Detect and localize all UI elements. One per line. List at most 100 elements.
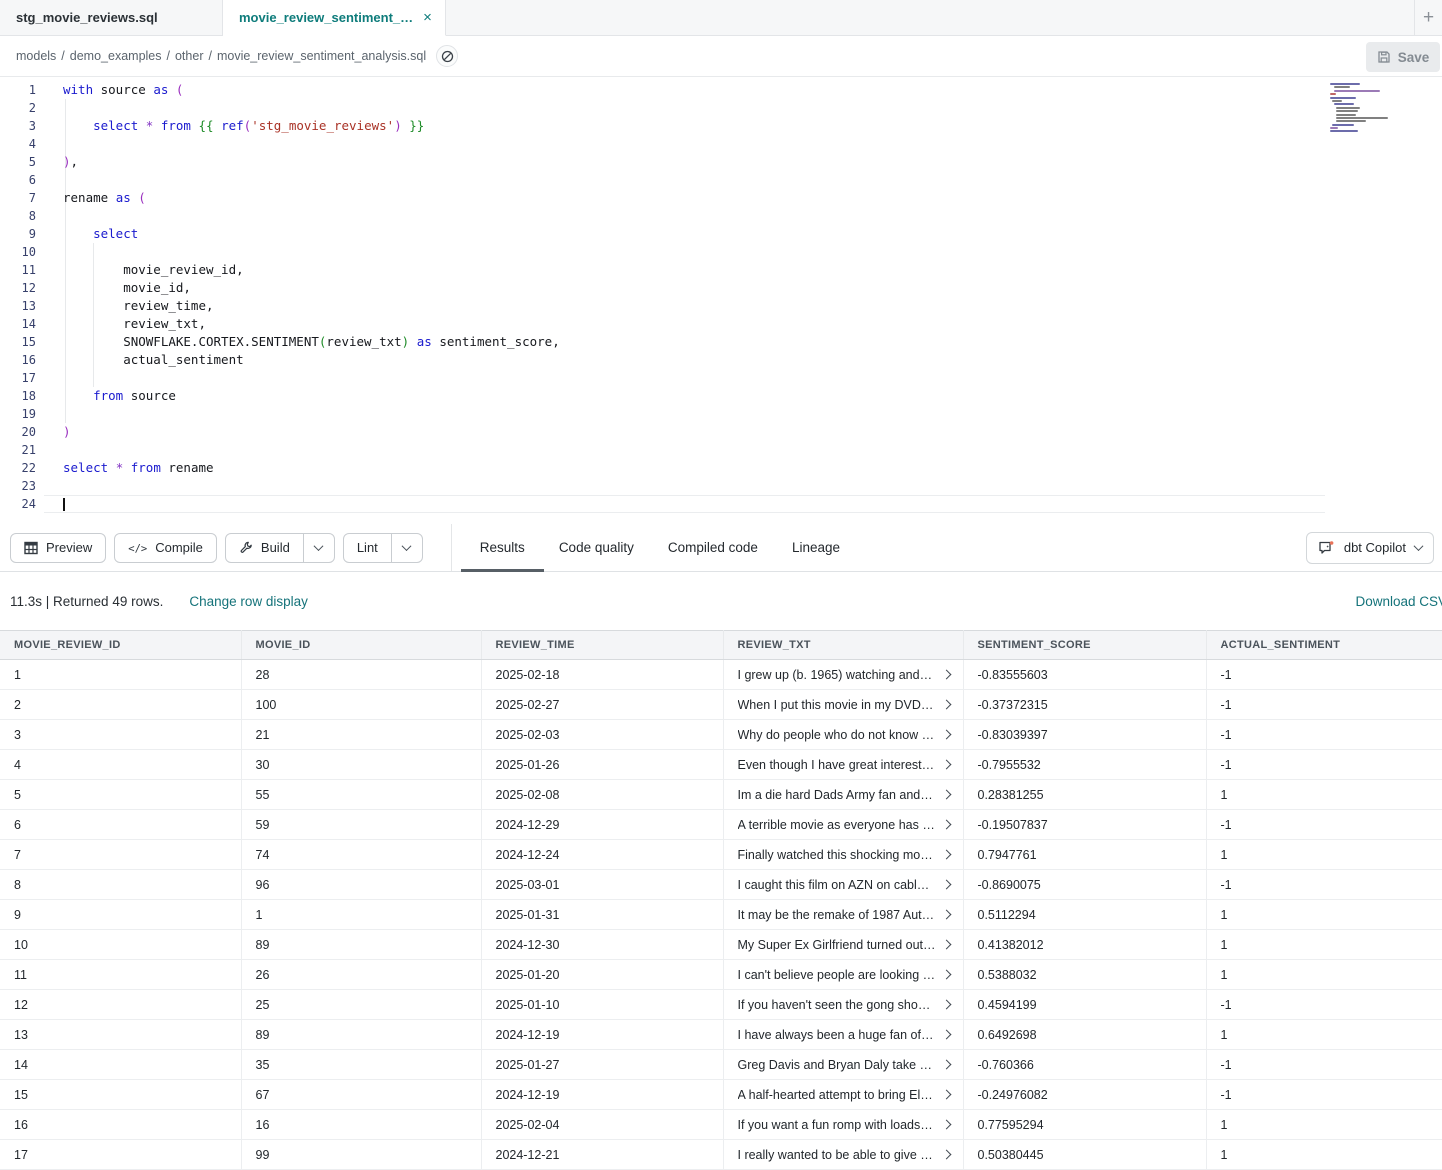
- column-header[interactable]: REVIEW_TIME: [481, 631, 723, 660]
- tab-label: Code quality: [559, 540, 634, 555]
- code-text: [44, 207, 1325, 225]
- code-line[interactable]: 4: [0, 135, 1325, 153]
- build-dropdown[interactable]: [304, 534, 334, 562]
- chevron-right-icon[interactable]: [941, 760, 951, 770]
- chevron-right-icon[interactable]: [941, 1090, 951, 1100]
- code-editor[interactable]: 1with source as (23 select * from {{ ref…: [0, 77, 1442, 524]
- code-line[interactable]: 16 actual_sentiment: [0, 351, 1325, 369]
- chevron-right-icon[interactable]: [941, 730, 951, 740]
- code-line[interactable]: 13 review_time,: [0, 297, 1325, 315]
- chevron-right-icon[interactable]: [941, 1030, 951, 1040]
- column-header[interactable]: MOVIE_REVIEW_ID: [0, 631, 241, 660]
- code-line[interactable]: 10: [0, 243, 1325, 261]
- table-cell: -1: [1206, 1080, 1442, 1110]
- code-line[interactable]: 15 SNOWFLAKE.CORTEX.SENTIMENT(review_txt…: [0, 333, 1325, 351]
- table-cell: 7: [0, 840, 241, 870]
- code-line[interactable]: 2: [0, 99, 1325, 117]
- tab-code-quality[interactable]: Code quality: [559, 524, 634, 572]
- code-line[interactable]: 1with source as (: [0, 81, 1325, 99]
- table-row: 8962025-03-01I caught this film on AZN o…: [0, 870, 1442, 900]
- code-line[interactable]: 5),: [0, 153, 1325, 171]
- line-number: 21: [0, 441, 44, 459]
- compile-label: Compile: [155, 540, 203, 555]
- change-row-display-link[interactable]: Change row display: [189, 594, 308, 609]
- breadcrumb-segment[interactable]: demo_examples: [70, 49, 162, 63]
- line-number: 18: [0, 387, 44, 405]
- close-icon[interactable]: ×: [423, 10, 432, 25]
- chevron-right-icon[interactable]: [941, 850, 951, 860]
- chevron-right-icon[interactable]: [941, 1120, 951, 1130]
- tab-results[interactable]: Results: [480, 524, 525, 572]
- column-header[interactable]: MOVIE_ID: [241, 631, 481, 660]
- code-line[interactable]: 11 movie_review_id,: [0, 261, 1325, 279]
- line-number: 13: [0, 297, 44, 315]
- review-txt-cell: My Super Ex Girlfriend turned out to b…: [723, 930, 963, 960]
- code-line[interactable]: 3 select * from {{ ref('stg_movie_review…: [0, 117, 1325, 135]
- code-line[interactable]: 24: [0, 495, 1325, 513]
- code-line[interactable]: 20): [0, 423, 1325, 441]
- chevron-right-icon[interactable]: [941, 970, 951, 980]
- column-header[interactable]: SENTIMENT_SCORE: [963, 631, 1206, 660]
- tab-compiled-code[interactable]: Compiled code: [668, 524, 758, 572]
- chevron-right-icon[interactable]: [941, 700, 951, 710]
- code-line[interactable]: 17: [0, 369, 1325, 387]
- code-icon: [128, 540, 147, 555]
- chevron-right-icon[interactable]: [941, 1000, 951, 1010]
- table-cell: 16: [241, 1110, 481, 1140]
- code-line[interactable]: 7rename as (: [0, 189, 1325, 207]
- download-csv-link[interactable]: Download CSV: [1355, 594, 1442, 609]
- code-line[interactable]: 19: [0, 405, 1325, 423]
- code-line[interactable]: 18 from source: [0, 387, 1325, 405]
- code-line[interactable]: 6: [0, 171, 1325, 189]
- slash-circle-icon[interactable]: [436, 45, 458, 67]
- new-tab-button[interactable]: +: [1414, 0, 1442, 35]
- editor-minimap[interactable]: [1330, 83, 1400, 135]
- code-text: [44, 495, 1325, 513]
- file-tab-stg-movie-reviews[interactable]: stg_movie_reviews.sql: [0, 0, 223, 35]
- breadcrumb-segment[interactable]: models: [16, 49, 56, 63]
- tab-lineage[interactable]: Lineage: [792, 524, 840, 572]
- table-cell: 0.41382012: [963, 930, 1206, 960]
- column-header[interactable]: REVIEW_TXT: [723, 631, 963, 660]
- chevron-right-icon[interactable]: [941, 1060, 951, 1070]
- code-line[interactable]: 21: [0, 441, 1325, 459]
- dbt-copilot-button[interactable]: dbt Copilot: [1306, 532, 1434, 564]
- table-cell: 2025-01-27: [481, 1050, 723, 1080]
- chevron-right-icon[interactable]: [941, 910, 951, 920]
- chevron-right-icon[interactable]: [941, 1150, 951, 1160]
- chevron-right-icon[interactable]: [941, 880, 951, 890]
- chevron-right-icon[interactable]: [941, 820, 951, 830]
- code-line[interactable]: 22select * from rename: [0, 459, 1325, 477]
- chevron-right-icon[interactable]: [941, 790, 951, 800]
- result-tabs: Results Code quality Compiled code Linea…: [480, 524, 840, 572]
- preview-button[interactable]: Preview: [10, 533, 106, 563]
- chevron-right-icon[interactable]: [941, 670, 951, 680]
- code-line[interactable]: 9 select: [0, 225, 1325, 243]
- breadcrumb-segment[interactable]: other: [175, 49, 204, 63]
- table-cell: 30: [241, 750, 481, 780]
- breadcrumb-separator: /: [61, 49, 64, 63]
- lint-button[interactable]: Lint: [344, 534, 392, 562]
- lint-split-button: Lint: [343, 533, 423, 563]
- table-cell: 1: [1206, 840, 1442, 870]
- chevron-right-icon[interactable]: [941, 940, 951, 950]
- code-line[interactable]: 23: [0, 477, 1325, 495]
- table-row: 912025-01-31It may be the remake of 1987…: [0, 900, 1442, 930]
- code-text: movie_id,: [44, 279, 1325, 297]
- file-tab-movie-review-sentiment[interactable]: movie_review_sentiment_… ×: [223, 0, 446, 36]
- breadcrumb-separator: /: [208, 49, 211, 63]
- build-button[interactable]: Build: [226, 534, 304, 562]
- code-line[interactable]: 12 movie_id,: [0, 279, 1325, 297]
- table-cell: -1: [1206, 720, 1442, 750]
- table-cell: -0.83555603: [963, 660, 1206, 690]
- line-number: 22: [0, 459, 44, 477]
- column-header[interactable]: ACTUAL_SENTIMENT: [1206, 631, 1442, 660]
- save-button[interactable]: Save: [1366, 42, 1440, 72]
- code-line[interactable]: 8: [0, 207, 1325, 225]
- compile-button[interactable]: Compile: [114, 533, 217, 563]
- table-cell: 13: [0, 1020, 241, 1050]
- lint-dropdown[interactable]: [392, 534, 422, 562]
- table-cell: 28: [241, 660, 481, 690]
- tab-label: Lineage: [792, 540, 840, 555]
- code-line[interactable]: 14 review_txt,: [0, 315, 1325, 333]
